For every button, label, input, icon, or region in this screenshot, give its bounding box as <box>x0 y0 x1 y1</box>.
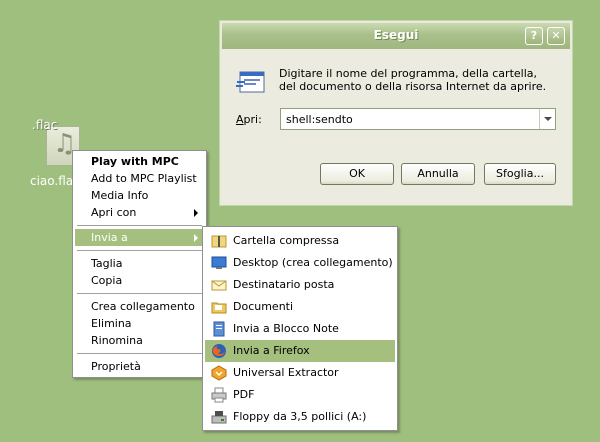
open-field-label: Apri: <box>236 113 262 126</box>
context-menu: Play with MPC Add to MPC Playlist Media … <box>72 150 207 378</box>
menu-item-copy[interactable]: Copia <box>75 272 204 289</box>
extractor-icon <box>211 365 227 381</box>
menu-item-properties[interactable]: Proprietà <box>75 358 204 375</box>
menu-item-open-with[interactable]: Apri con <box>75 204 204 221</box>
submenu-item-label: Desktop (crea collegamento) <box>233 256 393 269</box>
send-to-pdf[interactable]: PDF <box>205 384 395 406</box>
menu-item-delete[interactable]: Elimina <box>75 315 204 332</box>
dialog-title: Esegui <box>373 28 419 42</box>
menu-item-label: Invia a <box>91 231 128 244</box>
file-name-label: ciao.flac <box>30 174 76 188</box>
menu-item-label: Elimina <box>91 317 132 330</box>
submenu-item-label: PDF <box>233 388 255 401</box>
submenu-item-label: Cartella compressa <box>233 234 340 247</box>
close-button[interactable]: ✕ <box>547 27 565 45</box>
send-to-floppy[interactable]: Floppy da 3,5 pollici (A:) <box>205 406 395 428</box>
menu-item-label: Play with MPC <box>91 155 179 168</box>
floppy-icon <box>211 411 227 424</box>
desktop-icon <box>211 256 227 269</box>
submenu-item-label: Invia a Firefox <box>233 344 310 357</box>
submenu-item-label: Documenti <box>233 300 294 313</box>
menu-item-label: Media Info <box>91 189 149 202</box>
menu-item-add-to-playlist[interactable]: Add to MPC Playlist <box>75 170 204 187</box>
dialog-titlebar[interactable]: Esegui ? ✕ <box>222 23 570 49</box>
run-icon <box>236 71 265 93</box>
menu-item-label: Taglia <box>91 257 123 270</box>
file-extension-label: .flac <box>32 118 58 132</box>
menu-item-play-with-mpc[interactable]: Play with MPC <box>75 153 204 170</box>
send-to-mail-recipient[interactable]: Destinatario posta <box>205 274 395 296</box>
firefox-icon <box>212 344 226 358</box>
send-to-universal-extractor[interactable]: Universal Extractor <box>205 362 395 384</box>
help-button[interactable]: ? <box>525 27 543 45</box>
dialog-description: Digitare il nome del programma, della ca… <box>279 67 547 93</box>
send-to-firefox[interactable]: Invia a Firefox <box>205 340 395 362</box>
submenu-item-label: Invia a Blocco Note <box>233 322 339 335</box>
submenu-item-label: Universal Extractor <box>233 366 339 379</box>
send-to-documents[interactable]: Documenti <box>205 296 395 318</box>
pdf-printer-icon <box>211 387 227 403</box>
menu-separator <box>77 225 202 226</box>
menu-item-label: Add to MPC Playlist <box>91 172 197 185</box>
menu-item-label: Copia <box>91 274 123 287</box>
browse-button[interactable]: Sfoglia... <box>484 163 556 185</box>
menu-separator <box>77 293 202 294</box>
ok-button[interactable]: OK <box>320 163 394 185</box>
send-to-submenu: Cartella compressa Desktop (crea collega… <box>202 226 398 431</box>
menu-separator <box>77 250 202 251</box>
menu-item-send-to[interactable]: Invia a <box>75 229 204 246</box>
submenu-arrow-icon <box>194 209 198 217</box>
documents-folder-icon <box>211 302 227 314</box>
cancel-button[interactable]: Annulla <box>401 163 475 185</box>
menu-item-label: Apri con <box>91 206 137 219</box>
menu-item-cut[interactable]: Taglia <box>75 255 204 272</box>
open-combobox[interactable]: shell:sendto <box>280 108 556 130</box>
run-dialog: Esegui ? ✕ Digitare il nome del programm… <box>220 21 572 205</box>
menu-item-rename[interactable]: Rinomina <box>75 332 204 349</box>
menu-separator <box>77 353 202 354</box>
open-label-text: pri: <box>243 113 262 126</box>
send-to-compressed-folder[interactable]: Cartella compressa <box>205 230 395 252</box>
menu-item-label: Proprietà <box>91 360 141 373</box>
mail-icon <box>211 280 227 291</box>
chevron-down-icon[interactable] <box>539 109 555 129</box>
open-label-accelerator: A <box>236 113 244 126</box>
submenu-item-label: Destinatario posta <box>233 278 335 291</box>
send-to-notepad[interactable]: Invia a Blocco Note <box>205 318 395 340</box>
send-to-desktop[interactable]: Desktop (crea collegamento) <box>205 252 395 274</box>
menu-item-create-shortcut[interactable]: Crea collegamento <box>75 298 204 315</box>
menu-item-label: Rinomina <box>91 334 143 347</box>
submenu-item-label: Floppy da 3,5 pollici (A:) <box>233 410 367 423</box>
menu-item-label: Crea collegamento <box>91 300 195 313</box>
submenu-arrow-icon <box>194 234 198 242</box>
menu-item-media-info[interactable]: Media Info <box>75 187 204 204</box>
dialog-body: Digitare il nome del programma, della ca… <box>222 49 570 203</box>
open-input[interactable]: shell:sendto <box>286 113 353 126</box>
notepad-icon <box>213 321 225 337</box>
zip-folder-icon <box>211 235 227 248</box>
